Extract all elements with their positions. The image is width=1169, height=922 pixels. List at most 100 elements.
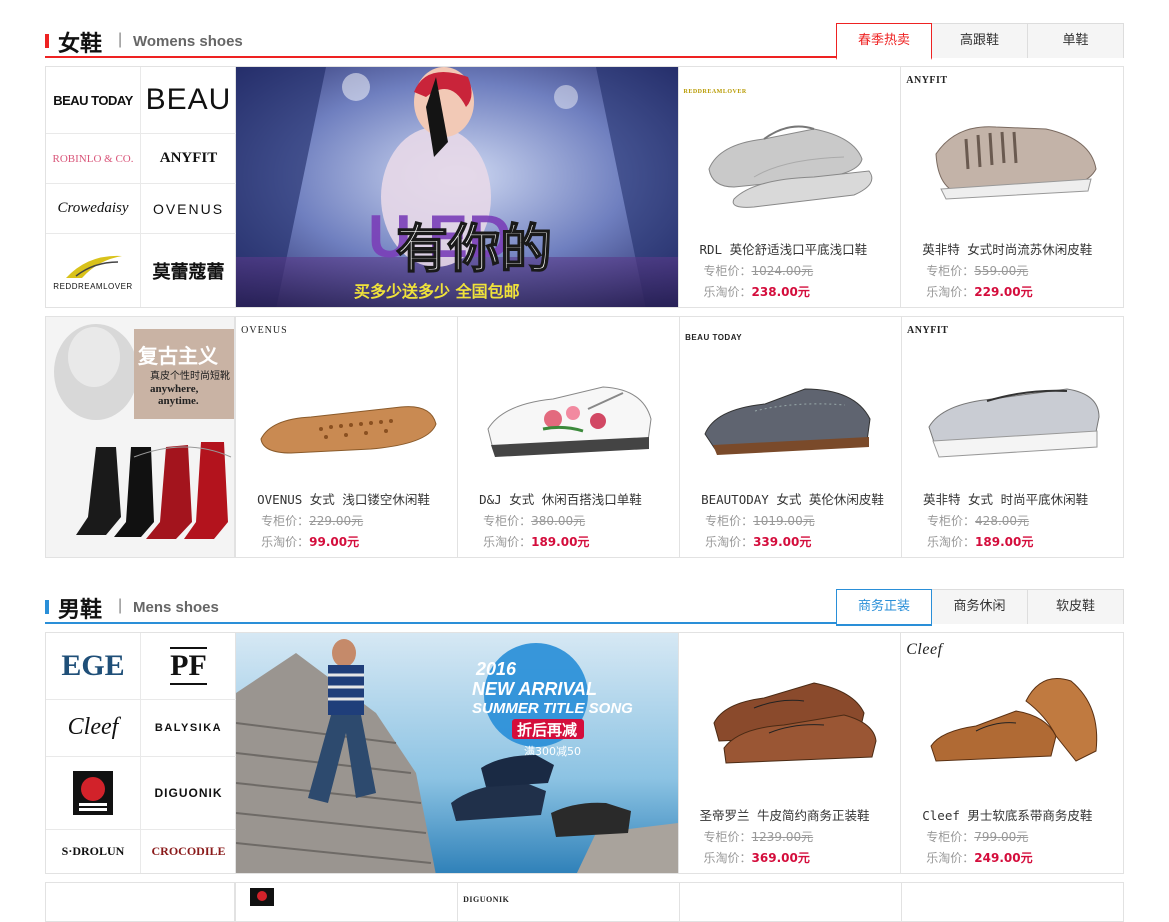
tab-business-formal[interactable]: 商务正装	[836, 589, 932, 626]
section-separator: |	[118, 597, 123, 614]
section-title-en: Womens shoes	[133, 33, 243, 50]
men-row-2: DIGUONIK	[45, 882, 1124, 922]
product-name[interactable]: BEAUTODAY 女式 英伦休闲皮鞋	[701, 489, 884, 508]
product-card[interactable]	[901, 883, 1123, 921]
brand-reddreamlover[interactable]: REDDREAMLOVER	[46, 234, 141, 307]
product-card[interactable]: ANYFIT 英非特 女式时尚流苏休闲皮鞋 专柜价：559.00元 乐淘价：22…	[900, 67, 1123, 307]
product-original-price: 专柜价：229.00元	[261, 514, 364, 528]
product-card[interactable]: DIGUONIK	[457, 883, 679, 921]
product-card[interactable]: REDDREAMLOVER RDL 英伦舒适浅口平底浅口鞋 专柜价：1024.0…	[677, 67, 901, 307]
brand-apple-logo[interactable]	[46, 756, 141, 830]
tab-high-heels[interactable]: 高跟鞋	[932, 23, 1028, 58]
brand-crocodile[interactable]: CROCODILE	[141, 830, 236, 873]
product-image	[260, 406, 437, 454]
reddreamlover-logo-icon	[66, 255, 122, 278]
product-name[interactable]: RDL 英伦舒适浅口平底浅口鞋	[700, 239, 868, 258]
product-brand-logo: Cleef	[906, 641, 943, 658]
product-name[interactable]: D&J 女式 休闲百搭浅口单鞋	[479, 489, 642, 508]
women-tabs: 春季热卖 高跟鞋 单鞋	[836, 23, 1124, 60]
women-banner[interactable]: U ED 有你的 买多少送多少 全国包邮	[236, 67, 678, 307]
product-original-price: 专柜价：380.00元	[483, 514, 586, 528]
product-name[interactable]: Cleef 男士软底系带商务皮鞋	[922, 805, 1092, 824]
product-original-price: 专柜价：559.00元	[926, 264, 1029, 278]
tab-soft-leather[interactable]: 软皮鞋	[1028, 589, 1124, 624]
product-name[interactable]: 圣帝罗兰 牛皮简约商务正装鞋	[700, 805, 870, 824]
product-card[interactable]: 圣帝罗兰 牛皮简约商务正装鞋 专柜价：1239.00元 乐淘价：369.00元	[677, 633, 901, 873]
product-original-price: 专柜价：799.00元	[926, 830, 1029, 844]
brand-anyfit[interactable]: ANYFIT	[141, 134, 236, 184]
men-row-1: EGE PF Cleef BALYSIKA DIGUONIK S·DROLUN …	[45, 632, 1124, 874]
product-card[interactable]	[679, 883, 901, 921]
banner-new-arrival: NEW ARRIVAL	[472, 679, 597, 699]
product-brand-logo: BEAU TODAY	[685, 333, 743, 342]
brand-beau-today[interactable]: BEAU TODAY	[46, 67, 141, 134]
banner-summer: SUMMER TITLE SONG	[472, 700, 633, 717]
product-sale-price: 乐淘价：369.00元	[703, 851, 810, 865]
brand-grid: BEAU TODAY BEAU ROBINLO & CO. ANYFIT Cro…	[46, 67, 236, 307]
section-title-cn: 男鞋	[58, 598, 103, 623]
banner-slogan: 买多少送多少 全国包邮	[354, 282, 520, 301]
product-original-price: 专柜价：1019.00元	[705, 514, 815, 528]
women-banner-image: U ED 有你的 买多少送多少 全国包邮	[236, 67, 678, 307]
apple-logo-icon	[73, 770, 113, 815]
product-brand-logo: DIGUONIK	[463, 895, 510, 904]
tab-spring-hot[interactable]: 春季热卖	[836, 23, 932, 60]
product-sale-price: 乐淘价：238.00元	[703, 285, 810, 299]
product-image	[487, 386, 652, 457]
men-promo-panel[interactable]	[46, 883, 236, 921]
product-sale-price: 乐淘价：339.00元	[705, 535, 812, 549]
vintage-subtitle: 真皮个性时尚短靴	[150, 369, 230, 382]
men-tabs: 商务正装 商务休闲 软皮鞋	[836, 589, 1124, 626]
apple-logo-icon	[250, 888, 275, 906]
section-separator: |	[118, 31, 123, 48]
women-row-2: 复古主义 真皮个性时尚短靴 anywhere, anytime. OVENUS …	[45, 316, 1124, 558]
brand-robinlo[interactable]: ROBINLO & CO.	[46, 134, 141, 184]
product-sale-price: 乐淘价：249.00元	[926, 851, 1033, 865]
product-image	[707, 125, 872, 208]
brand-molecole[interactable]: 莫蕾蔻蕾	[141, 234, 236, 307]
brand-crowedaisy[interactable]: Crowedaisy	[46, 184, 141, 234]
brand-diguonik[interactable]: DIGUONIK	[141, 757, 236, 830]
product-name[interactable]: 英非特 女式时尚流苏休闲皮鞋	[922, 239, 1092, 258]
men-banner-image: 2016 NEW ARRIVAL SUMMER TITLE SONG 折后再减 …	[236, 633, 678, 873]
vintage-title: 复古主义	[137, 344, 218, 368]
men-section-header: 男鞋 | Mens shoes 商务正装 商务休闲 软皮鞋	[45, 589, 1124, 626]
brand-beau[interactable]: BEAU	[141, 67, 236, 134]
brand-pathfinder[interactable]: PF	[141, 633, 236, 701]
banner-discount: 折后再减	[517, 721, 577, 739]
product-brand-logo: ANYFIT	[906, 75, 948, 86]
tab-flats[interactable]: 单鞋	[1028, 23, 1124, 58]
product-card[interactable]	[235, 883, 457, 921]
women-section-header: 女鞋 | Womens shoes 春季热卖 高跟鞋 单鞋	[45, 23, 1124, 60]
vintage-en-2: anytime.	[158, 395, 199, 407]
product-sale-price: 乐淘价：229.00元	[926, 285, 1033, 299]
brand-sdrolun[interactable]: S·DROLUN	[46, 829, 141, 873]
product-name[interactable]: OVENUS 女式 浅口镂空休闲鞋	[257, 489, 430, 508]
product-image	[935, 126, 1097, 200]
tab-business-casual[interactable]: 商务休闲	[932, 589, 1028, 624]
brand-cleef[interactable]: Cleef	[46, 700, 141, 757]
vintage-promo-image: 复古主义 真皮个性时尚短靴 anywhere, anytime.	[46, 317, 235, 557]
product-card[interactable]: OVENUS OVENUS 女式 浅口镂空休闲鞋 专柜价：229.00元 乐淘价…	[235, 317, 457, 557]
vintage-promo[interactable]: 复古主义 真皮个性时尚短靴 anywhere, anytime.	[46, 317, 236, 557]
product-original-price: 专柜价：428.00元	[927, 514, 1030, 528]
brand-grid: EGE PF Cleef BALYSIKA DIGUONIK S·DROLUN …	[46, 633, 236, 873]
men-banner[interactable]: 2016 NEW ARRIVAL SUMMER TITLE SONG 折后再减 …	[236, 633, 678, 873]
brand-balysika[interactable]: BALYSIKA	[141, 700, 236, 757]
section-marker	[45, 34, 49, 48]
section-title-en: Mens shoes	[133, 599, 219, 616]
product-card[interactable]: BEAU TODAY BEAUTODAY 女式 英伦休闲皮鞋 专柜价：1019.…	[679, 317, 901, 557]
product-card[interactable]: D&J 女式 休闲百搭浅口单鞋 专柜价：380.00元 乐淘价：189.00元	[457, 317, 679, 557]
product-original-price: 专柜价：1024.00元	[703, 264, 814, 278]
section-title-cn: 女鞋	[58, 32, 103, 57]
product-sale-price: 乐淘价：189.00元	[927, 535, 1034, 549]
brand-ege[interactable]: EGE	[46, 633, 141, 701]
section-marker	[45, 600, 49, 614]
product-card[interactable]: ANYFIT 英非特 女式 时尚平底休闲鞋 专柜价：428.00元 乐淘价：18…	[901, 317, 1123, 557]
banner-headline: 有你的	[396, 220, 552, 280]
brand-ovenus[interactable]: OVENUS	[141, 184, 236, 234]
product-name[interactable]: 英非特 女式 时尚平底休闲鞋	[923, 489, 1088, 508]
product-card[interactable]: Cleef Cleef 男士软底系带商务皮鞋 专柜价：799.00元 乐淘价：2…	[900, 633, 1123, 873]
product-brand-logo: REDDREAMLOVER	[683, 89, 747, 95]
product-brand-logo: OVENUS	[241, 325, 288, 336]
